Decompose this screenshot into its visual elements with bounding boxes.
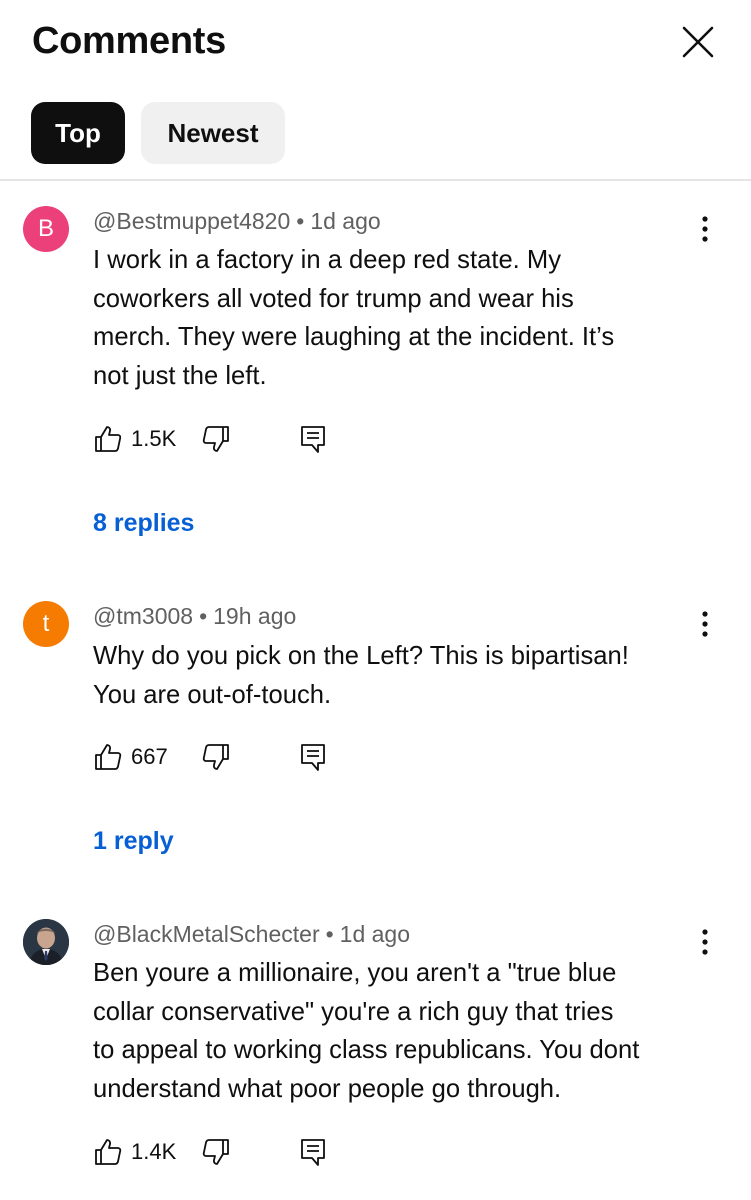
comment-line: merch. They were laughing at the inciden…	[93, 323, 615, 352]
filter-chip-top[interactable]: Top	[31, 102, 125, 164]
reply-button[interactable]	[298, 739, 330, 775]
comments-header: Comments	[0, 0, 751, 80]
comment-line: Why do you pick on the Left? This is bip…	[93, 642, 629, 670]
comment-author[interactable]: @BlackMetalSchecter	[93, 921, 320, 947]
reply-comment-icon	[301, 426, 325, 453]
thumbs-down-icon	[202, 426, 229, 452]
comment-line: not just the left.	[93, 362, 267, 391]
comment-line: You are out-of-touch.	[93, 680, 332, 709]
like-count: 1.5K	[131, 426, 177, 451]
like-count: 1.4K	[131, 1139, 177, 1164]
page-title: Comments	[32, 20, 226, 62]
reply-button[interactable]	[298, 421, 330, 457]
filter-chip-newest[interactable]: Newest	[141, 102, 285, 164]
comment-text: Why do you pick on the Left? This is bip…	[93, 637, 708, 714]
avatar[interactable]	[23, 919, 69, 965]
comment-text: Ben youre a millionaire, you aren't a "t…	[93, 954, 708, 1109]
profile-photo	[23, 919, 69, 965]
comment-line: to appeal to working class republicans. …	[93, 1036, 640, 1065]
thumbs-up-icon	[95, 744, 122, 770]
reply-button[interactable]	[298, 1134, 330, 1170]
thumbs-up-icon	[95, 1139, 122, 1165]
separator-dot: •	[296, 208, 305, 234]
divider	[0, 179, 751, 181]
comment-meta: @BlackMetalSchecter • 1d ago	[93, 920, 410, 948]
view-replies-link[interactable]: 1 reply	[93, 825, 174, 857]
comment-text: I work in a factory in a deep red state.…	[93, 241, 708, 396]
separator-dot: •	[199, 603, 208, 629]
thumbs-down-icon	[202, 744, 229, 770]
comment-time: 1d ago	[339, 921, 411, 947]
like-count: 667	[131, 744, 168, 769]
view-replies-link[interactable]: 8 replies	[93, 507, 194, 539]
dislike-button[interactable]	[201, 421, 233, 457]
comment-line: collar conservative" you're a rich guy t…	[93, 997, 614, 1026]
dislike-button[interactable]	[201, 1134, 233, 1170]
comment-meta: @tm3008 • 19h ago	[93, 602, 296, 630]
close-button[interactable]	[680, 24, 716, 60]
comment-meta: @Bestmuppet4820 • 1d ago	[93, 207, 381, 235]
like-button[interactable]: 1.4K	[93, 1134, 183, 1170]
comment-line: I work in a factory in a deep red state.…	[93, 246, 562, 274]
separator-dot: •	[325, 921, 334, 947]
avatar[interactable]: B	[23, 206, 69, 252]
comment-line: Ben youre a millionaire, you aren't a "t…	[93, 959, 617, 987]
comment-author[interactable]: @tm3008	[93, 603, 193, 629]
comment-line: coworkers all voted for trump and wear h…	[93, 284, 574, 313]
comment-time: 19h ago	[213, 603, 297, 629]
comment-author[interactable]: @Bestmuppet4820	[93, 208, 290, 234]
comment-line: understand what poor people go through.	[93, 1075, 562, 1104]
reply-comment-icon	[301, 744, 325, 771]
like-button[interactable]: 1.5K	[93, 421, 183, 457]
close-icon	[682, 26, 714, 58]
thumbs-down-icon	[202, 1139, 229, 1165]
dislike-button[interactable]	[201, 739, 233, 775]
comment-time: 1d ago	[310, 208, 381, 234]
thumbs-up-icon	[95, 426, 122, 452]
reply-comment-icon	[301, 1139, 325, 1166]
like-button[interactable]: 667	[93, 739, 183, 775]
avatar[interactable]: t	[23, 601, 69, 647]
